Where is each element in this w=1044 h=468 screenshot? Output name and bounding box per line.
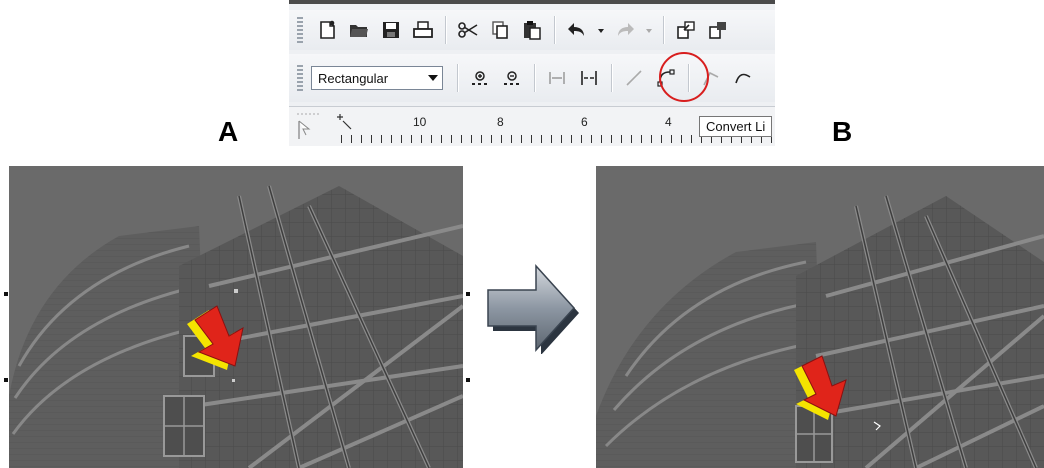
chevron-down-icon [428,75,438,81]
open-folder-icon[interactable] [344,15,374,45]
cut-scissors-icon[interactable] [453,15,483,45]
panel-a-label: A [218,116,239,147]
convert-to-line-icon[interactable] [619,63,649,93]
building-photo-before [9,166,463,468]
toolbar-grip[interactable] [297,65,303,91]
selection-handle[interactable] [4,292,8,296]
add-node-icon[interactable] [465,63,495,93]
ruler-number: 6 [581,115,588,129]
ruler-crosshair-icon[interactable] [335,113,353,131]
selection-handle[interactable] [466,378,470,382]
tooltip: Convert Li [699,116,773,137]
toolbar-separator [457,64,458,92]
selection-handle[interactable] [4,378,8,382]
toolbar-screenshot: Rectangular 10 8 6 4 Convert Li [289,0,775,146]
redo-dropdown-arrow[interactable] [642,15,656,45]
break-curve-icon[interactable] [574,63,604,93]
ruler-origin-icon[interactable] [295,111,323,141]
toolbar-separator [534,64,535,92]
panel-b-label: B [832,116,853,147]
toolbar-grip[interactable] [297,17,303,43]
export-icon[interactable] [703,15,733,45]
selection-mode-value: Rectangular [318,70,389,86]
new-document-icon[interactable] [312,15,342,45]
selection-handle[interactable] [466,292,470,296]
redo-icon[interactable] [610,15,640,45]
ruler-number: 4 [665,115,672,129]
paste-icon[interactable] [517,15,547,45]
highlight-circle [659,52,709,102]
toolbar-separator [663,16,664,44]
toolbar-separator [611,64,612,92]
toolbar-separator [445,16,446,44]
undo-dropdown-arrow[interactable] [594,15,608,45]
toolbar-separator [554,16,555,44]
print-icon[interactable] [408,15,438,45]
building-photo-after [596,166,1044,468]
undo-icon[interactable] [562,15,592,45]
delete-node-icon[interactable] [497,63,527,93]
standard-toolbar [289,10,775,50]
import-icon[interactable] [671,15,701,45]
smooth-node-icon[interactable] [728,63,758,93]
join-nodes-icon[interactable] [542,63,572,93]
ruler-number: 10 [413,115,427,129]
save-disk-icon[interactable] [376,15,406,45]
transition-arrow-icon [487,264,579,354]
copy-icon[interactable] [485,15,515,45]
selection-mode-select[interactable]: Rectangular [311,66,443,90]
ruler-number: 8 [497,115,504,129]
